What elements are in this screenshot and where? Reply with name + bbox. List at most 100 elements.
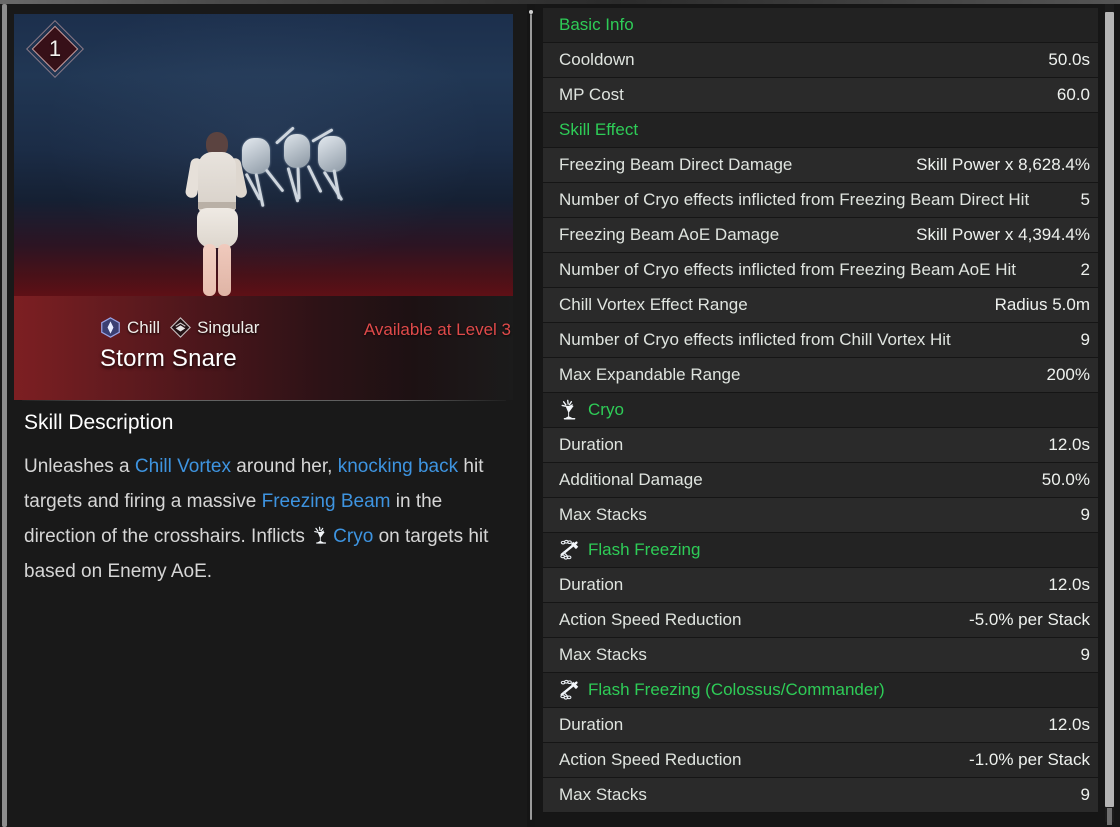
stat-row: MP Cost 60.0 [543,78,1098,113]
skill-preview-panel: 1 Chill Singular Storm Snare Available a… [0,0,527,827]
cryo-icon [312,522,331,544]
stats-section-header: Flash Freezing (Colossus/Commander) [543,673,1098,708]
stat-row: Max Stacks 9 [543,638,1098,673]
stat-row: Freezing Beam Direct Damage Skill Power x… [543,148,1098,183]
skill-level-number: 1 [48,36,62,61]
stat-key: Additional Damage [559,470,703,489]
stat-row: Action Speed Reduction -5.0% per Stack [543,603,1098,638]
stat-value: 9 [1080,785,1090,804]
stat-key: Action Speed Reduction [559,750,742,769]
stat-row: Duration 12.0s [543,708,1098,743]
stat-row: Duration 12.0s [543,568,1098,603]
stats-section-header: Skill Effect [543,113,1098,148]
enemy-creature-model [236,126,386,224]
stat-row: Freezing Beam AoE Damage Skill Power x 4,… [543,218,1098,253]
stat-key: Max Stacks [559,505,647,524]
stat-key: Freezing Beam AoE Damage [559,225,780,244]
stats-list: Basic Info Cooldown 50.0s MP Cost 60.0 Skill … [543,8,1098,813]
skill-availability-note: Available at Level 3 [363,320,511,339]
skill-description-heading: Skill Description [24,411,174,434]
skill-tag-element-label: Chill [127,317,161,337]
stat-key: Chill Vortex Effect Range [559,295,748,314]
divider-line [530,14,532,820]
stat-value: 12.0s [1048,575,1090,594]
stat-row: Max Stacks 9 [543,498,1098,533]
description-highlight: Freezing Beam [261,491,391,512]
skill-tag-element: Chill [100,317,160,338]
stat-key: Duration [559,575,624,594]
stat-row: Chill Vortex Effect Range Radius 5.0m [543,288,1098,323]
stat-row: Duration 12.0s [543,428,1098,463]
stat-value: 50.0% [1041,470,1090,489]
left-panel-scrollbar[interactable] [2,4,7,827]
stats-section-label: Flash Freezing [588,540,701,559]
stat-value: 9 [1080,505,1090,524]
stats-section-header: Flash Freezing [543,533,1098,568]
stat-key: Action Speed Reduction [559,610,742,629]
stats-section-label: Basic Info [559,15,634,34]
skill-tag-type-label: Singular [197,317,260,337]
stat-value: 50.0s [1048,50,1090,69]
stat-key: Number of Cryo effects inflicted from Fr… [559,190,1030,209]
skill-name: Storm Snare [100,345,237,372]
stat-key: Number of Cryo effects inflicted from Fr… [559,260,1016,279]
cryo-icon [559,399,581,421]
stat-key: Max Expandable Range [559,365,741,384]
stat-row: Number of Cryo effects inflicted from Fr… [543,183,1098,218]
stat-key: Freezing Beam Direct Damage [559,155,793,174]
stat-value: 2 [1080,260,1090,279]
stat-key: Number of Cryo effects inflicted from Ch… [559,330,951,349]
description-highlight: Chill Vortex [134,456,232,477]
description-highlight: knocking back [337,456,459,477]
stat-row: Max Expandable Range 200% [543,358,1098,393]
chill-element-icon [100,317,121,338]
stat-row: Number of Cryo effects inflicted from Ch… [543,323,1098,358]
stat-key: Max Stacks [559,645,647,664]
stats-section-label: Flash Freezing (Colossus/Commander) [588,680,885,699]
stat-value: -1.0% per Stack [969,750,1090,769]
stat-row: Additional Damage 50.0% [543,463,1098,498]
stat-row: Action Speed Reduction -1.0% per Stack [543,743,1098,778]
stat-value: 5 [1080,190,1090,209]
stats-section-label: Cryo [588,400,624,419]
skill-animation-preview[interactable] [14,14,513,296]
stat-row: Cooldown 50.0s [543,43,1098,78]
section-divider [22,400,506,401]
skill-description-text: Unleashes a Chill Vortex around her, kno… [24,449,506,589]
stat-value: -5.0% per Stack [969,610,1090,629]
stat-key: MP Cost [559,85,624,104]
stat-value: Skill Power x 4,394.4% [916,225,1090,244]
skill-tag-type: Singular [170,317,259,338]
stat-value: Skill Power x 8,628.4% [916,155,1090,174]
description-highlight: Cryo [333,526,374,547]
stat-row: Number of Cryo effects inflicted from Fr… [543,253,1098,288]
skill-title-bar [14,296,513,400]
flash-freezing-icon [559,679,581,701]
stat-key: Cooldown [559,50,635,69]
skill-tag-row: Chill Singular [100,317,259,338]
stats-scrollbar-thumb[interactable] [1105,12,1114,807]
window-top-edge [0,0,1120,4]
panel-divider [527,0,535,827]
stat-value: 9 [1080,330,1090,349]
skill-stats-panel: Basic Info Cooldown 50.0s MP Cost 60.0 Skill … [535,0,1120,827]
stats-section-label: Skill Effect [559,120,639,139]
singular-type-icon [170,317,191,338]
stats-section-header: Basic Info [543,8,1098,43]
stat-row: Max Stacks 9 [543,778,1098,813]
stat-value: 12.0s [1048,715,1090,734]
stat-value: 12.0s [1048,435,1090,454]
skill-detail-screen: 1 Chill Singular Storm Snare Available a… [0,0,1120,827]
description-text-run: around her, [231,456,338,477]
stat-key: Max Stacks [559,785,647,804]
stat-value: 9 [1080,645,1090,664]
skill-level-badge: 1 [26,20,84,78]
stat-key: Duration [559,435,624,454]
stat-value: 200% [1046,365,1090,384]
stat-key: Duration [559,715,624,734]
stat-value: Radius 5.0m [994,295,1090,314]
stats-section-header: Cryo [543,393,1098,428]
flash-freezing-icon [559,539,581,561]
description-text-run: Unleashes a [24,456,135,477]
stats-scrollbar-end-cap [1107,808,1112,825]
